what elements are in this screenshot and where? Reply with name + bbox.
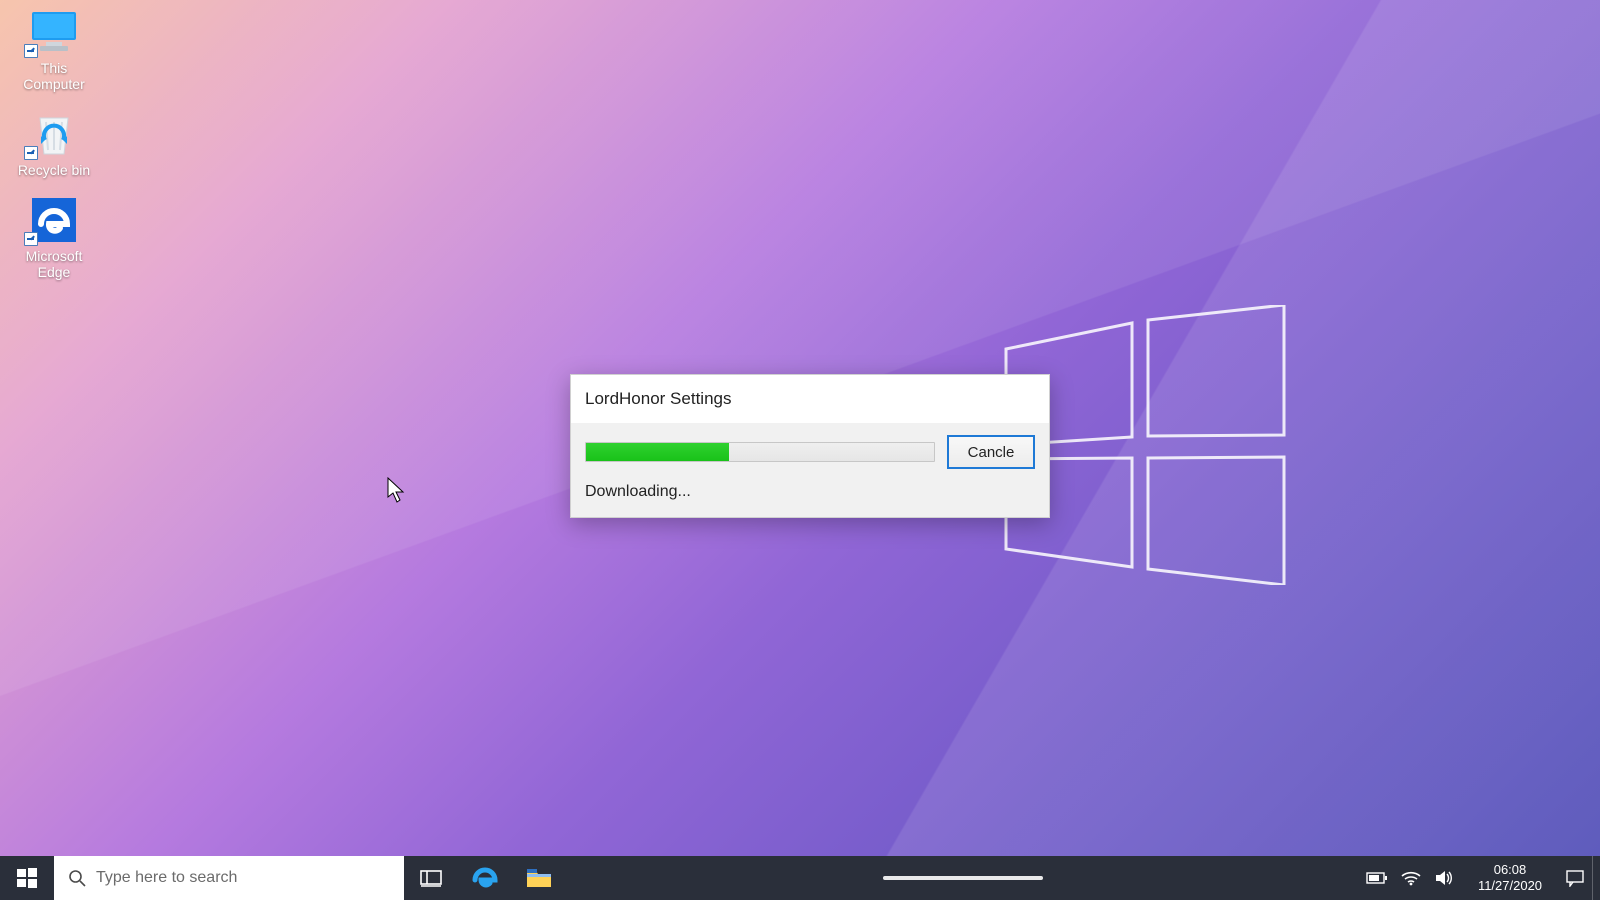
tray-time: 06:08	[1494, 862, 1527, 878]
desktop-icon-this-computer[interactable]: This Computer	[12, 8, 96, 92]
tray-wifi[interactable]	[1394, 856, 1428, 900]
taskbar-handle[interactable]	[883, 876, 1043, 880]
tray-volume[interactable]	[1428, 856, 1462, 900]
notification-icon	[1565, 869, 1585, 887]
taskbar-app-file-explorer[interactable]	[512, 856, 566, 900]
windows-logo-icon	[17, 868, 37, 888]
tray-battery[interactable]	[1360, 856, 1394, 900]
wifi-icon	[1401, 870, 1421, 886]
desktop-icon-label: Recycle bin	[18, 162, 90, 178]
cancel-button[interactable]: Cancle	[947, 435, 1035, 469]
recycle-bin-icon	[26, 110, 82, 158]
tray-action-center[interactable]	[1558, 856, 1592, 900]
tray-clock[interactable]: 06:08 11/27/2020	[1462, 856, 1558, 900]
dialog-title[interactable]: LordHonor Settings	[571, 375, 1049, 423]
search-icon	[68, 869, 86, 887]
task-view-icon	[420, 868, 442, 888]
desktop-icon-label: Microsoft Edge	[12, 248, 96, 280]
task-view-button[interactable]	[404, 856, 458, 900]
monitor-icon	[26, 8, 82, 56]
battery-icon	[1366, 871, 1388, 885]
taskbar: Type here to search	[0, 856, 1600, 900]
shortcut-badge-icon	[24, 232, 38, 246]
desktop-icon-label: This Computer	[12, 60, 96, 92]
start-button[interactable]	[0, 856, 54, 900]
taskbar-app-edge[interactable]	[458, 856, 512, 900]
download-dialog: LordHonor Settings Cancle Downloading...	[570, 374, 1050, 518]
desktop-icon-microsoft-edge[interactable]: Microsoft Edge	[12, 196, 96, 280]
show-desktop-button[interactable]	[1592, 856, 1600, 900]
taskbar-spacer	[566, 856, 1360, 900]
folder-icon	[526, 867, 552, 889]
dialog-status: Downloading...	[585, 483, 1035, 501]
cursor-icon	[387, 477, 405, 503]
edge-icon	[26, 196, 82, 244]
edge-icon	[471, 864, 499, 892]
speaker-icon	[1435, 870, 1455, 886]
progress-bar	[585, 442, 935, 462]
shortcut-badge-icon	[24, 44, 38, 58]
search-input[interactable]: Type here to search	[54, 856, 404, 900]
shortcut-badge-icon	[24, 146, 38, 160]
search-placeholder: Type here to search	[96, 869, 237, 887]
desktop-wallpaper: This Computer Recycle bin	[0, 0, 1600, 900]
system-tray: 06:08 11/27/2020	[1360, 856, 1600, 900]
desktop-icon-recycle-bin[interactable]: Recycle bin	[12, 110, 96, 178]
tray-date: 11/27/2020	[1478, 878, 1542, 894]
